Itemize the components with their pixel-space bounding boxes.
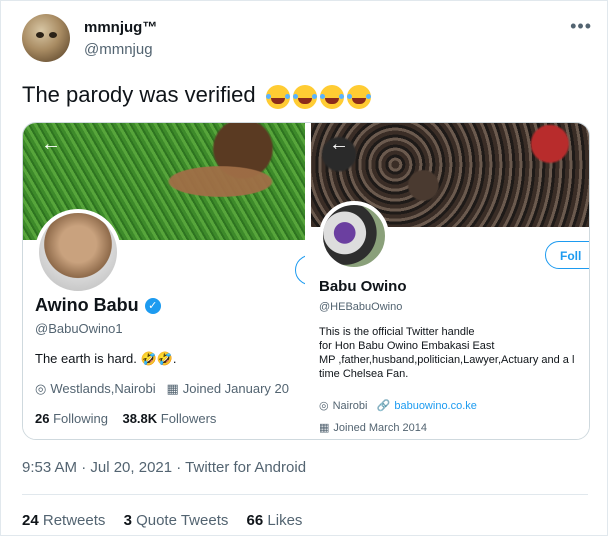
tweet-stats: 24 Retweets 3 Quote Tweets 66 Likes	[22, 512, 316, 529]
likes-count: 66	[246, 512, 264, 529]
tweet-text: The parody was verified	[22, 82, 374, 110]
author-display-name[interactable]: mmnjug™	[84, 19, 157, 36]
divider	[22, 494, 588, 495]
tears-of-joy-emoji-icon	[346, 85, 371, 110]
profile-joined: Joined January 20	[182, 381, 289, 396]
tweet-text-content: The parody was verified	[22, 82, 256, 107]
profile-bio-line: This is the official Twitter handle	[319, 326, 475, 338]
profile-handle: @HEBabuOwino	[319, 301, 403, 313]
likes-stat[interactable]: 66 Likes	[247, 512, 303, 529]
quote-tweets-count: 3	[123, 512, 132, 529]
calendar-icon: ▦	[319, 422, 330, 434]
avatar-eye-left	[36, 32, 44, 38]
screenshot-right-profile[interactable]: ← Foll Babu Owino @HEBabuOwino This is t…	[308, 123, 589, 439]
location-icon: ◎	[319, 400, 329, 412]
author-handle[interactable]: @mmnjug	[84, 41, 153, 58]
profile-stats: 26 Following 38.8K Followers	[35, 411, 216, 426]
location-icon: ◎	[35, 381, 47, 396]
back-arrow-icon[interactable]: ←	[329, 133, 349, 156]
profile-meta-joined: ▦ Joined March 2014	[319, 421, 427, 434]
followers-count: 38.8K	[122, 411, 158, 426]
followers-label: Followers	[160, 411, 217, 426]
profile-avatar	[319, 201, 389, 271]
tears-of-joy-emoji-icon	[319, 85, 344, 110]
retweets-count: 24	[22, 512, 39, 529]
profile-meta: ◎ Westlands,Nairobi ▦ Joined January 20	[35, 381, 289, 397]
tweet-media[interactable]: ← Awino Babu ✓ @BabuOwino1 The earth is h…	[22, 122, 590, 440]
profile-location: Nairobi	[332, 400, 368, 412]
likes-label: Likes	[267, 512, 303, 529]
profile-location: Westlands,Nairobi	[50, 381, 156, 396]
calendar-icon: ▦	[166, 381, 179, 396]
profile-name: Awino Babu ✓	[35, 295, 161, 316]
emoji-row	[265, 83, 374, 110]
profile-bio: This is the official Twitter handle for …	[319, 325, 589, 381]
quote-tweets-label: Quote Tweets	[136, 512, 229, 529]
follow-button[interactable]: Foll	[545, 241, 589, 269]
verified-badge-icon: ✓	[144, 298, 161, 315]
profile-joined: Joined March 2014	[333, 422, 427, 434]
follow-button[interactable]	[295, 255, 305, 285]
author-avatar[interactable]	[22, 14, 70, 62]
profile-bio-line: time Chelsea Fan.	[319, 368, 409, 380]
profile-name: Babu Owino	[319, 278, 407, 295]
retweets-label: Retweets	[42, 512, 106, 529]
profile-bio-line: MP ,father,husband,politician,Lawyer,Act…	[319, 354, 575, 366]
following-label: Following	[53, 411, 109, 426]
profile-bio-line: for Hon Babu Owino Embakasi East	[319, 340, 495, 352]
tears-of-joy-emoji-icon	[265, 85, 290, 110]
link-icon: 🔗	[376, 400, 391, 412]
profile-bio: The earth is hard. 🤣🤣.	[35, 351, 177, 366]
avatar-eye-right	[49, 32, 57, 38]
following-count: 26	[35, 411, 50, 426]
tweet-header: mmnjug™ @mmnjug •••	[22, 14, 592, 66]
profile-website-link[interactable]: babuowino.co.ke	[394, 400, 477, 412]
back-arrow-icon[interactable]: ←	[41, 133, 61, 156]
tweet-timestamp[interactable]: 9:53 AM · Jul 20, 2021 · Twitter for And…	[22, 459, 306, 476]
tears-of-joy-emoji-icon	[292, 85, 317, 110]
retweets-stat[interactable]: 24 Retweets	[22, 512, 105, 529]
profile-name-text: Awino Babu	[35, 295, 139, 315]
profile-handle: @BabuOwino1	[35, 321, 123, 336]
screenshot-left-profile[interactable]: ← Awino Babu ✓ @BabuOwino1 The earth is h…	[23, 123, 305, 439]
more-options-icon[interactable]: •••	[570, 16, 592, 37]
quote-tweets-stat[interactable]: 3 Quote Tweets	[124, 512, 229, 529]
profile-avatar	[35, 209, 121, 295]
profile-meta: ◎ Nairobi 🔗 babuowino.co.ke	[319, 399, 477, 412]
